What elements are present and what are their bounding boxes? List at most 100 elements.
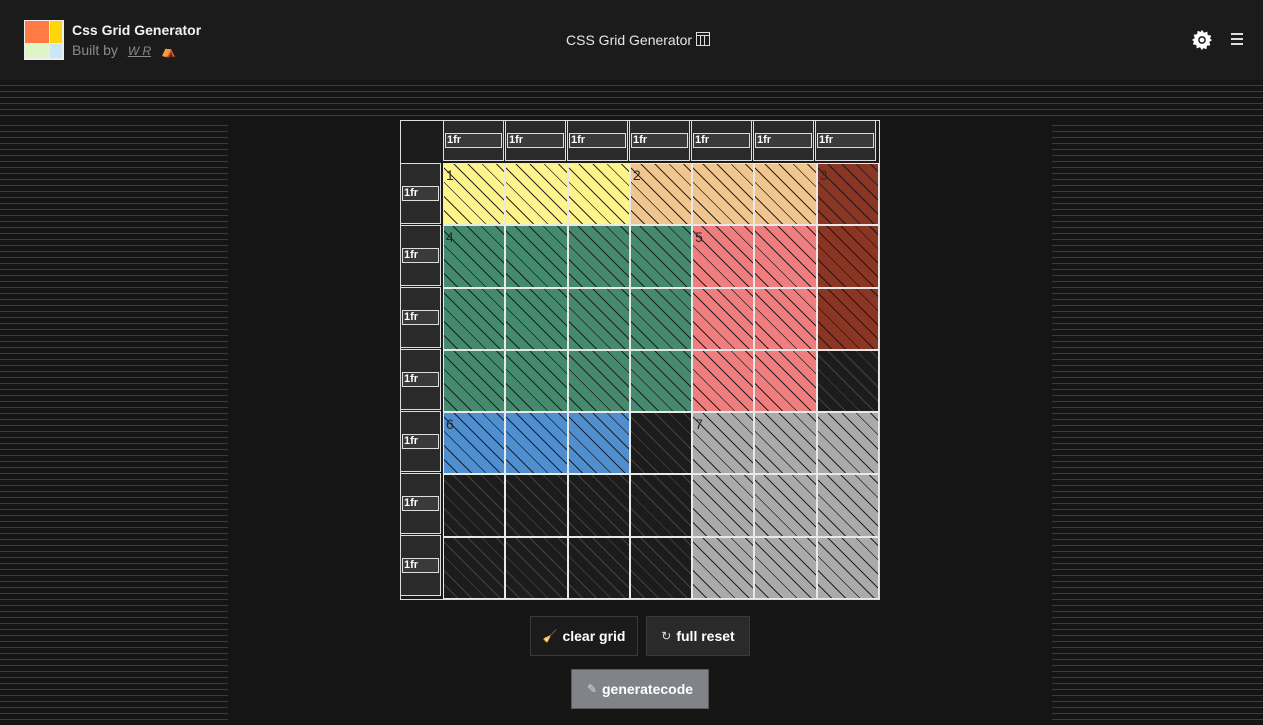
grid-area-cell[interactable] [693,537,754,598]
area-label: 5 [695,229,703,246]
logo-cell [50,21,62,43]
grid-area-cell[interactable] [630,288,692,349]
clear-grid-button[interactable]: 🧹 clear grid [530,616,638,656]
area-label: 3 [819,167,828,183]
grid-area-cell[interactable] [817,475,878,536]
logo-cell [50,44,62,58]
column-size-input[interactable]: 1fr [755,133,812,148]
grid-cell[interactable] [506,537,567,598]
hamburger-icon[interactable] [1231,33,1243,45]
row-size-input[interactable]: 1fr [402,248,439,263]
broom-icon: 🧹 [542,629,558,643]
full-reset-button[interactable]: ↻ full reset [646,616,750,656]
grid-area-cell[interactable] [444,288,505,349]
background-stripes [0,80,1263,120]
grid-cell[interactable] [817,350,878,412]
clear-grid-label: clear grid [562,628,626,644]
grid-area-cell[interactable] [693,164,754,225]
row-size-input[interactable]: 1fr [402,496,439,511]
grid-area-cell[interactable]: 6 [444,413,505,474]
grid-area-cell[interactable] [630,350,692,412]
grid-area-cell[interactable] [693,288,754,349]
grid-area-cell[interactable] [755,413,816,474]
grid-area-cell[interactable] [568,164,629,225]
grid-cell[interactable] [444,537,505,598]
grid-area-cell[interactable] [755,226,816,287]
grid-area-cell[interactable]: 3 [817,164,878,225]
row-size-input[interactable]: 1fr [402,186,439,201]
grid-area-cell[interactable] [817,413,878,474]
grid-area-cell[interactable] [506,350,567,412]
grid-area-cell[interactable] [693,350,754,412]
area-label: 2 [632,167,641,183]
row-header: 1fr [401,287,441,348]
grid-area-cell[interactable]: 1 [444,164,505,225]
grid-area-cell[interactable] [817,288,878,349]
grid-area-cell[interactable] [568,226,629,287]
gear-icon[interactable] [1191,29,1213,51]
grid-cell[interactable] [630,413,692,474]
logo-cell [25,21,49,43]
brand-title: Css Grid Generator [72,22,202,38]
row-header: 1fr [401,473,441,534]
column-size-input[interactable]: 1fr [693,133,750,148]
grid-area-cell[interactable] [506,226,567,287]
grid-area-cell[interactable] [755,288,816,349]
grid-area-cell[interactable] [506,413,567,474]
column-header: 1fr [753,121,814,161]
row-size-input[interactable]: 1fr [402,558,439,573]
app-logo[interactable] [24,20,64,60]
row-size-input[interactable]: 1fr [402,434,439,449]
grid-area-cell[interactable]: 2 [630,164,692,225]
row-header: 1fr [401,411,441,472]
grid-cells: 1 2 3 4 5 6 7 [443,163,879,599]
grid-area-cell[interactable] [568,288,629,349]
background-stripes [1052,120,1263,725]
row-size-input[interactable]: 1fr [402,310,439,325]
row-sizes: 1fr 1fr 1fr 1fr 1fr 1fr 1fr [401,163,441,597]
grid-area-cell[interactable] [444,350,505,412]
grid-area-cell[interactable] [755,475,816,536]
area-label: 1 [446,167,454,183]
grid-area-cell[interactable] [568,350,629,412]
app-header: Css Grid Generator Built by W R ⛺ CSS Gr… [0,0,1263,80]
generate-code-button[interactable]: ✎ generatecode [571,669,709,709]
grid-area-cell[interactable] [630,226,692,287]
column-size-input[interactable]: 1fr [631,133,688,148]
column-size-input[interactable]: 1fr [569,133,626,148]
reset-icon: ↻ [661,629,672,643]
grid-area-cell[interactable]: 7 [693,413,754,474]
built-by: Built by W R ⛺ [72,42,176,58]
row-size-input[interactable]: 1fr [402,372,439,387]
column-size-input[interactable]: 1fr [817,133,874,148]
column-size-input[interactable]: 1fr [445,133,502,148]
grid-cell[interactable] [568,475,629,536]
column-header: 1fr [567,121,628,161]
column-size-input[interactable]: 1fr [507,133,564,148]
row-header: 1fr [401,535,441,596]
grid-area-cell[interactable] [568,413,629,474]
grid-cell[interactable] [444,475,505,536]
full-reset-label: full reset [676,628,735,644]
grid-area-cell[interactable] [817,537,878,598]
grid-area-cell[interactable] [755,164,816,225]
generate-code-label: generatecode [602,681,694,697]
grid-area-cell[interactable]: 5 [693,226,754,287]
grid-area-cell[interactable] [506,288,567,349]
grid-cell[interactable] [506,475,567,536]
author-link[interactable]: W R [128,44,151,58]
grid-editor: 1fr 1fr 1fr 1fr 1fr 1fr 1fr 1fr 1fr 1fr 1fr 1fr 1fr… [400,120,880,600]
grid-area-cell[interactable] [506,164,567,225]
area-label: 6 [446,416,454,433]
page-title: CSS Grid Generator [566,32,711,48]
grid-cell[interactable] [568,537,629,598]
grid-area-cell[interactable] [755,350,816,412]
page-title-text: CSS Grid Generator [566,32,693,48]
background-stripes [0,120,228,725]
grid-area-cell[interactable] [755,537,816,598]
grid-cell[interactable] [630,475,692,536]
grid-area-cell[interactable]: 4 [444,226,505,287]
grid-area-cell[interactable] [817,226,878,287]
grid-cell[interactable] [630,537,692,598]
grid-area-cell[interactable] [693,475,754,536]
